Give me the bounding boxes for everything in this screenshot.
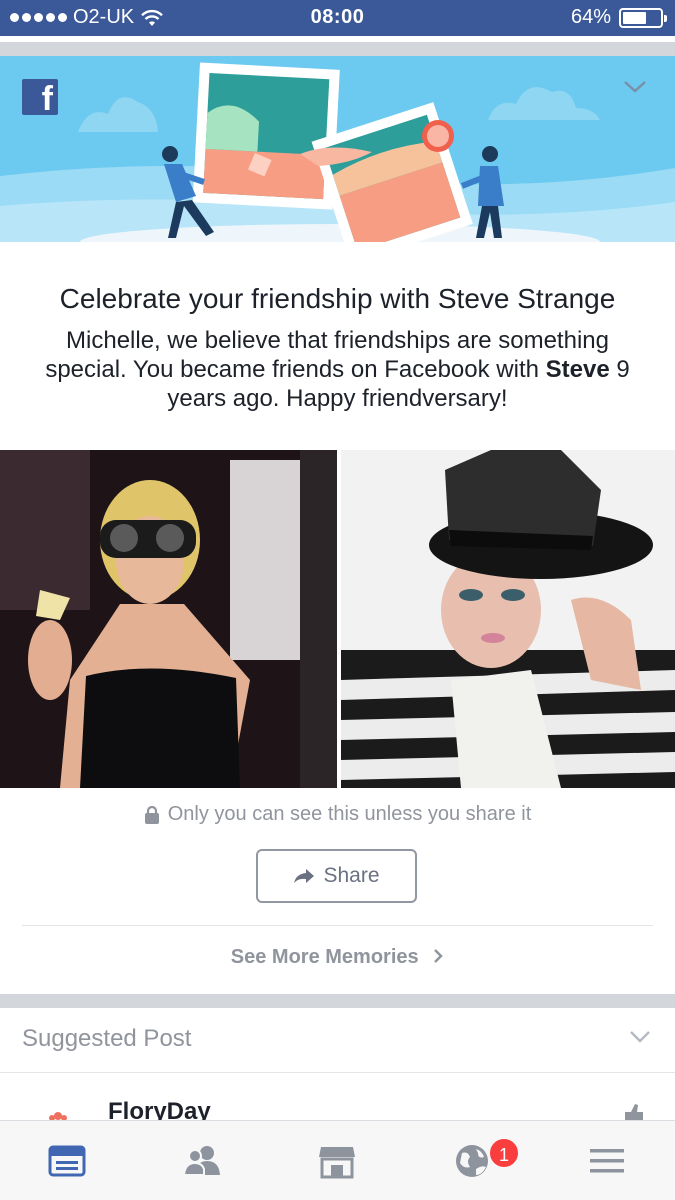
memory-body-text-1: Michelle, we believe that friendships ar… xyxy=(45,327,609,383)
status-bar: O2-UK 08:00 64% xyxy=(0,0,675,36)
chevron-down-icon[interactable] xyxy=(623,80,647,94)
memory-headline: Celebrate your friendship with Steve Str… xyxy=(59,283,616,314)
friends-icon[interactable] xyxy=(182,1141,222,1181)
photo-michelle[interactable] xyxy=(0,450,337,788)
chevron-right-icon xyxy=(434,949,443,963)
facebook-logo: f xyxy=(22,79,58,115)
privacy-note: Only you can see this unless you share i… xyxy=(0,803,675,826)
divider xyxy=(0,1072,675,1073)
see-more-memories-link[interactable]: See More Memories xyxy=(0,946,675,969)
friendship-illustration xyxy=(0,62,675,242)
menu-icon[interactable] xyxy=(587,1141,627,1181)
share-arrow-icon xyxy=(294,869,315,883)
suggested-post-header: Suggested Post xyxy=(22,1025,192,1052)
chevron-down-icon[interactable] xyxy=(629,1030,651,1044)
friend-name: Steve xyxy=(545,356,610,383)
see-more-label: See More Memories xyxy=(230,946,419,968)
share-label: Share xyxy=(323,864,380,887)
notifications-globe-icon[interactable] xyxy=(452,1141,492,1181)
friendversary-banner: f xyxy=(0,56,675,242)
marketplace-icon[interactable] xyxy=(317,1141,357,1181)
like-icon[interactable] xyxy=(621,1104,645,1120)
section-separator xyxy=(0,994,675,1008)
notification-badge: 1 xyxy=(488,1137,520,1169)
divider xyxy=(22,925,653,926)
privacy-text: Only you can see this unless you share i… xyxy=(167,803,532,825)
photo-steve[interactable] xyxy=(341,450,675,788)
battery-icon xyxy=(619,7,667,28)
lock-icon xyxy=(144,805,159,824)
photo-michelle-image xyxy=(0,450,337,788)
memory-body: Michelle, we believe that friendships ar… xyxy=(26,326,649,413)
photo-steve-image xyxy=(341,450,675,788)
share-button[interactable]: Share xyxy=(256,849,417,903)
news-feed-icon[interactable] xyxy=(47,1141,87,1181)
top-separator xyxy=(0,42,675,56)
status-right: 64% xyxy=(570,6,667,29)
battery-percent: 64% xyxy=(570,6,611,28)
bottom-tab-bar xyxy=(0,1120,675,1200)
